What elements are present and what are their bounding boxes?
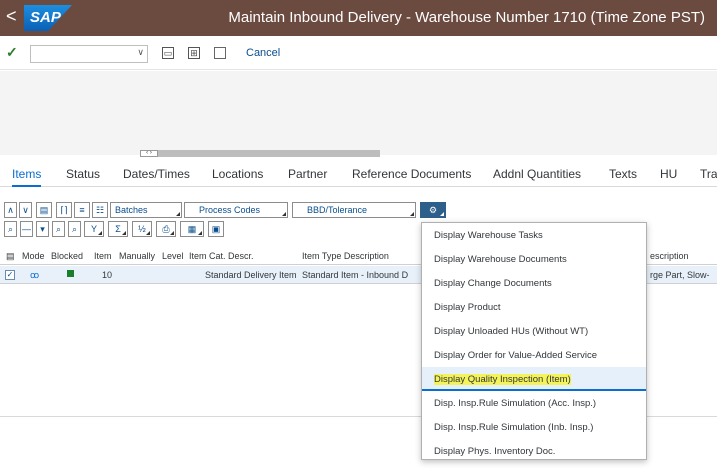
more-functions-icon[interactable]: ⚙ bbox=[420, 202, 446, 218]
menu-item-label: Display Quality Inspection (Item) bbox=[434, 374, 571, 385]
tab-locations[interactable]: Locations bbox=[212, 167, 263, 181]
find-icon[interactable]: ⌕ bbox=[52, 221, 65, 237]
menu-item-label: Display Warehouse Tasks bbox=[434, 230, 543, 241]
batches-label: Batches bbox=[115, 205, 148, 215]
col-blocked[interactable]: Blocked bbox=[51, 251, 83, 261]
tab-partner[interactable]: Partner bbox=[288, 167, 327, 181]
search-icon[interactable]: ⌕ bbox=[4, 221, 17, 237]
col-item-type-description[interactable]: Item Type Description bbox=[302, 251, 389, 261]
select-all-icon[interactable]: ▤ bbox=[6, 251, 15, 262]
cancel-button[interactable]: Cancel bbox=[246, 47, 280, 59]
menu-item-warehouse-tasks[interactable]: Display Warehouse Tasks bbox=[422, 223, 646, 247]
menu-item-label: Disp. Insp.Rule Simulation (Acc. Insp.) bbox=[434, 398, 597, 409]
menu-item-unloaded-hus[interactable]: Display Unloaded HUs (Without WT) bbox=[422, 319, 646, 343]
filter-icon[interactable]: Y bbox=[84, 221, 104, 237]
menu-item-insp-rule-inb[interactable]: Disp. Insp.Rule Simulation (Inb. Insp.) bbox=[422, 415, 646, 439]
menu-item-quality-inspection[interactable]: Display Quality Inspection (Item) bbox=[422, 367, 646, 391]
toolbar: ✓ ∨ ▭ ⊞ Cancel bbox=[0, 36, 717, 70]
subtotal-icon[interactable]: ½ bbox=[132, 221, 152, 237]
details-icon[interactable]: ▤ bbox=[36, 202, 52, 218]
export-icon[interactable]: ▦ bbox=[180, 221, 204, 237]
collapse-icon[interactable]: — bbox=[20, 221, 33, 237]
menu-item-label: Disp. Insp.Rule Simulation (Inb. Insp.) bbox=[434, 422, 594, 433]
col-item[interactable]: Item bbox=[94, 251, 112, 261]
save-icon[interactable]: ▭ bbox=[162, 47, 174, 59]
tab-texts[interactable]: Texts bbox=[609, 167, 637, 181]
col-item-cat-descr[interactable]: Item Cat. Descr. bbox=[189, 251, 254, 261]
chevron-down-icon[interactable]: ∨ bbox=[137, 47, 144, 58]
button-row-2: ⌕ — ▾ ⌕ ⌕ Y Σ ½ ⎙ ▦ ▣ bbox=[4, 221, 284, 237]
shortcut-icon[interactable]: ⊞ bbox=[188, 47, 200, 59]
menu-item-label: Display Phys. Inventory Doc. bbox=[434, 446, 556, 457]
horizontal-scrollbar[interactable]: ‹ › bbox=[140, 150, 380, 157]
col-description[interactable]: escription bbox=[650, 251, 689, 261]
glasses-icon[interactable]: ꝏ bbox=[30, 270, 39, 281]
menu-item-change-documents[interactable]: Display Change Documents bbox=[422, 271, 646, 295]
cell-item-cat-descr: Standard Delivery Item bbox=[205, 270, 297, 280]
cell-item: 10 bbox=[102, 270, 113, 280]
find-next-icon[interactable]: ⌕ bbox=[68, 221, 81, 237]
new-window-icon[interactable] bbox=[214, 47, 226, 59]
scroll-arrows-icon[interactable]: ‹ › bbox=[140, 150, 158, 157]
tab-dates-times[interactable]: Dates/Times bbox=[123, 167, 190, 181]
print-icon[interactable]: ⎙ bbox=[156, 221, 176, 237]
row-checkbox[interactable]: ✓ bbox=[5, 270, 15, 280]
menu-item-insp-rule-acc[interactable]: Disp. Insp.Rule Simulation (Acc. Insp.) bbox=[422, 391, 646, 415]
process-codes-button[interactable]: Process Codes bbox=[184, 202, 288, 218]
col-level[interactable]: Level bbox=[162, 251, 184, 261]
page-title: Maintain Inbound Delivery - Warehouse Nu… bbox=[228, 9, 705, 26]
grid-icon[interactable]: ☷ bbox=[92, 202, 108, 218]
menu-item-label: Display Unloaded HUs (Without WT) bbox=[434, 326, 589, 337]
split-icon[interactable]: ⌈⌉ bbox=[56, 202, 72, 218]
layout-icon[interactable]: ▣ bbox=[208, 221, 224, 237]
blocked-indicator bbox=[67, 270, 74, 277]
menu-item-label: Display Product bbox=[434, 302, 501, 313]
tab-strip: Items Status Dates/Times Locations Partn… bbox=[0, 163, 717, 187]
process-codes-label: Process Codes bbox=[199, 205, 261, 215]
tab-items[interactable]: Items bbox=[12, 167, 42, 187]
back-button[interactable]: < bbox=[6, 6, 17, 27]
bbd-tolerance-button[interactable]: BBD/Tolerance bbox=[292, 202, 416, 218]
tab-reference-documents[interactable]: Reference Documents bbox=[352, 167, 471, 181]
menu-item-warehouse-documents[interactable]: Display Warehouse Documents bbox=[422, 247, 646, 271]
tab-hu[interactable]: HU bbox=[660, 167, 677, 181]
checkmark-icon[interactable]: ✓ bbox=[6, 44, 18, 61]
title-bar: < SAP Maintain Inbound Delivery - Wareho… bbox=[0, 0, 717, 36]
menu-item-product[interactable]: Display Product bbox=[422, 295, 646, 319]
batches-button[interactable]: Batches bbox=[110, 202, 182, 218]
list-icon[interactable]: ≡ bbox=[74, 202, 90, 218]
button-row-1: ∧ ∨ ▤ ⌈⌉ ≡ ☷ Batches Process Codes BBD/T… bbox=[4, 202, 464, 218]
command-field[interactable]: ∨ bbox=[30, 45, 148, 63]
chevron-down-icon[interactable]: ∨ bbox=[19, 202, 32, 218]
col-manually[interactable]: Manually bbox=[119, 251, 155, 261]
cell-description: rge Part, Slow- bbox=[650, 270, 710, 280]
tab-addnl-quantities[interactable]: Addnl Quantities bbox=[493, 167, 581, 181]
sum-icon[interactable]: Σ bbox=[108, 221, 128, 237]
tab-more[interactable]: Tra bbox=[700, 167, 717, 181]
sap-logo: SAP bbox=[24, 5, 72, 31]
menu-item-label: Display Order for Value-Added Service bbox=[434, 350, 597, 361]
functions-dropdown-menu: Display Warehouse Tasks Display Warehous… bbox=[421, 222, 647, 460]
bbd-tolerance-label: BBD/Tolerance bbox=[307, 205, 368, 215]
cell-item-type-description: Standard Item - Inbound D bbox=[302, 270, 409, 280]
expand-icon[interactable]: ▾ bbox=[36, 221, 49, 237]
col-mode[interactable]: Mode bbox=[22, 251, 45, 261]
menu-item-phys-inventory[interactable]: Display Phys. Inventory Doc. bbox=[422, 439, 646, 461]
tab-status[interactable]: Status bbox=[66, 167, 100, 181]
chevron-up-icon[interactable]: ∧ bbox=[4, 202, 17, 218]
menu-item-order-vas[interactable]: Display Order for Value-Added Service bbox=[422, 343, 646, 367]
menu-item-label: Display Change Documents bbox=[434, 278, 552, 289]
menu-item-label: Display Warehouse Documents bbox=[434, 254, 567, 265]
header-area bbox=[0, 71, 717, 155]
